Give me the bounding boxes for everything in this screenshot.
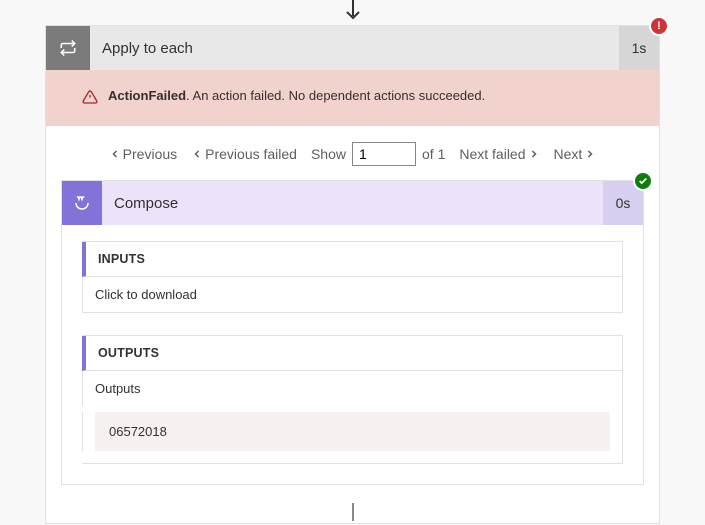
of-total-label: of 1 — [422, 146, 445, 162]
previous-label: Previous — [123, 146, 177, 162]
error-status-badge: ! — [651, 18, 667, 34]
next-failed-label: Next failed — [459, 146, 525, 162]
loop-icon — [46, 26, 90, 70]
iteration-pager: Previous Previous failed Show of 1 Next … — [46, 126, 659, 180]
outputs-label: OUTPUTS — [82, 336, 622, 371]
show-group: Show of 1 — [311, 142, 445, 166]
page-index-input[interactable] — [352, 142, 416, 166]
chevron-left-icon — [191, 148, 203, 160]
chevron-right-icon — [528, 148, 540, 160]
error-text: . An action failed. No dependent actions… — [186, 88, 485, 103]
compose-duration: 0s — [603, 181, 643, 225]
next-failed-button[interactable]: Next failed — [459, 146, 539, 162]
inputs-block: INPUTS Click to download — [82, 241, 623, 313]
outputs-field-label: Outputs — [82, 371, 622, 406]
previous-failed-button[interactable]: Previous failed — [191, 146, 297, 162]
next-label: Next — [554, 146, 583, 162]
outputs-block: OUTPUTS Outputs 06572018 — [82, 335, 623, 464]
compose-title: Compose — [102, 181, 603, 225]
chevron-left-icon — [109, 148, 121, 160]
compose-icon — [62, 181, 102, 225]
action-failed-banner: ActionFailed. An action failed. No depen… — [46, 70, 659, 126]
next-button[interactable]: Next — [554, 146, 597, 162]
show-label: Show — [311, 146, 346, 162]
connector-arrow-top — [45, 0, 660, 25]
success-status-badge — [635, 173, 651, 189]
inputs-download-link[interactable]: Click to download — [82, 277, 622, 312]
compose-body: INPUTS Click to download OUTPUTS Outputs… — [62, 225, 643, 484]
compose-card: Compose 0s INPUTS Click to download OUTP… — [61, 180, 644, 485]
apply-to-each-duration: 1s — [619, 26, 659, 70]
error-code: ActionFailed — [108, 88, 186, 103]
apply-to-each-card: ! Apply to each 1s — [45, 25, 660, 524]
connector-stub-bottom — [46, 503, 659, 523]
previous-failed-label: Previous failed — [205, 146, 297, 162]
chevron-right-icon — [584, 148, 596, 160]
apply-to-each-title: Apply to each — [90, 26, 619, 70]
warning-icon — [82, 89, 98, 108]
compose-header[interactable]: Compose 0s — [62, 181, 643, 225]
inputs-label: INPUTS — [82, 242, 622, 277]
outputs-value: 06572018 — [95, 412, 610, 451]
error-message: ActionFailed. An action failed. No depen… — [108, 88, 485, 103]
apply-to-each-header[interactable]: Apply to each 1s — [46, 26, 659, 70]
previous-button[interactable]: Previous — [109, 146, 177, 162]
